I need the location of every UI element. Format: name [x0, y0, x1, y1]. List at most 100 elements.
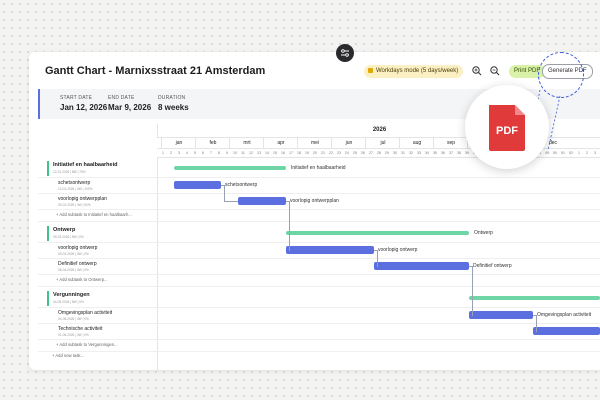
start-date-value: Jan 12, 2026: [60, 103, 108, 112]
zoom-out-button[interactable]: [488, 64, 502, 78]
phase-name: Initiatief en haalbaarheid: [53, 162, 118, 168]
task-meta: 12-01-2026 | 4W | 100%: [58, 187, 93, 191]
week-tick: 2: [170, 151, 172, 155]
task-name: schetsontwerp: [58, 180, 91, 186]
week-tick: 3: [594, 151, 596, 155]
phase-color-marker: [47, 161, 49, 176]
week-tick: 3: [178, 151, 180, 155]
week-tick: 13: [257, 151, 261, 155]
task-bar[interactable]: [469, 311, 533, 319]
week-tick: 4: [186, 151, 188, 155]
week-tick: 9: [226, 151, 228, 155]
week-tick: 38: [457, 151, 461, 155]
task-bar[interactable]: [286, 246, 374, 254]
task-bar-label: voorlopig ontwerp: [378, 247, 418, 253]
week-tick: 31: [401, 151, 405, 155]
month-mei: mei: [297, 138, 332, 148]
week-tick: 51: [561, 151, 565, 155]
task-bar-label: Definitief ontwerp: [473, 263, 512, 269]
task-bar[interactable]: [238, 197, 286, 205]
task-bar-label: Omgevingsplan activiteit: [537, 312, 592, 318]
week-tick: 18: [297, 151, 301, 155]
phase-bar[interactable]: [174, 166, 286, 170]
week-tick: 26: [361, 151, 365, 155]
phase-meta: 04-05-2026 | 8W | 0%: [53, 300, 84, 304]
week-tick: 21: [321, 151, 325, 155]
week-tick: 2: [586, 151, 588, 155]
week-tick: 29: [385, 151, 389, 155]
week-tick: 14: [265, 151, 269, 155]
add-subtask-row[interactable]: + Add subtask to Initiatief en haalbaarh…: [38, 209, 600, 222]
week-tick: 1: [162, 151, 164, 155]
task-name: Definitief ontwerp: [58, 261, 97, 267]
week-tick: 39: [465, 151, 469, 155]
task-meta: 01-06-2026 | 4W | 0%: [58, 333, 89, 337]
add-subtask-link[interactable]: + Add subtask to Vergunningen...: [56, 342, 118, 347]
week-tick: 23: [337, 151, 341, 155]
week-tick: 5: [194, 151, 196, 155]
week-tick: 52: [569, 151, 573, 155]
task-bar[interactable]: [374, 262, 469, 270]
week-tick: 20: [313, 151, 317, 155]
workdays-mode-toggle[interactable]: Workdays mode (5 days/week): [364, 65, 464, 78]
week-tick: 33: [417, 151, 421, 155]
week-tick: 16: [281, 151, 285, 155]
workdays-label: Workdays mode (5 days/week): [376, 68, 459, 74]
week-tick: 35: [433, 151, 437, 155]
phase-name: Vergunningen: [53, 292, 90, 298]
week-tick: 25: [353, 151, 357, 155]
page-title: Gantt Chart - Marnixsstraat 21 Amsterdam: [45, 65, 266, 77]
dependency-line: [536, 331, 537, 332]
month-aug: aug: [399, 138, 434, 148]
dependency-line: [533, 315, 537, 332]
dependency-line: [286, 201, 290, 251]
add-subtask-row[interactable]: + Add subtask to Vergunningen...: [38, 339, 600, 352]
zoom-in-button[interactable]: [470, 64, 484, 78]
task-name: voorlopig ontwerp: [58, 245, 98, 251]
week-tick: 30: [393, 151, 397, 155]
task-bar-label: voorlopig ontwerpplan: [290, 198, 339, 204]
pdf-label: PDF: [496, 125, 518, 137]
month-jan: jan: [161, 138, 196, 148]
task-row[interactable]: Definitief ontwerp 06-04-2026 | 4W | 0%: [38, 258, 600, 275]
week-tick: 22: [329, 151, 333, 155]
week-tick: 15: [273, 151, 277, 155]
add-subtask-link[interactable]: + Add subtask to Ontwerp...: [56, 277, 108, 282]
week-tick: 36: [441, 151, 445, 155]
duration-label: DURATION: [158, 95, 186, 101]
week-tick: 10: [233, 151, 237, 155]
task-bar-label: schetsontwerp: [225, 182, 258, 188]
week-tick: 27: [369, 151, 373, 155]
add-subtask-link[interactable]: + Add subtask to Initiatief en haalbaarh…: [56, 212, 132, 217]
task-row[interactable]: Technische activiteit 01-06-2026 | 4W | 0…: [38, 323, 600, 340]
task-meta: 06-04-2026 | 4W | 0%: [58, 268, 89, 272]
view-options-button[interactable]: [336, 44, 354, 62]
task-bar[interactable]: [533, 327, 600, 335]
month-jul: jul: [365, 138, 400, 148]
task-meta: 09-03-2026 | 4W | 0%: [58, 252, 89, 256]
week-tick: 24: [345, 151, 349, 155]
task-name: voorlopig ontwerpplan: [58, 196, 107, 202]
zoom-in-icon: [472, 66, 482, 76]
dependency-line: [289, 250, 290, 251]
week-tick: 32: [409, 151, 413, 155]
dependency-line: [224, 201, 238, 202]
task-name: Omgevingsplan activiteit: [58, 310, 113, 316]
phase-bar[interactable]: [469, 296, 600, 300]
dependency-line: [469, 266, 473, 316]
month-apr: apr: [263, 138, 298, 148]
add-subtask-row[interactable]: + Add subtask to Ontwerp...: [38, 274, 600, 287]
sliders-icon: [341, 49, 349, 57]
month-mrt: mrt: [229, 138, 264, 148]
phase-bar-label: Ontwerp: [474, 230, 493, 236]
task-row[interactable]: schetsontwerp 12-01-2026 | 4W | 100%: [38, 177, 600, 194]
week-tick: 28: [377, 151, 381, 155]
phase-meta: 12-01-2026 | 8W | 75%: [53, 170, 86, 174]
task-bar[interactable]: [174, 181, 221, 189]
week-tick: 11: [241, 151, 245, 155]
add-new-task-link[interactable]: + Add new task...: [52, 353, 84, 358]
pdf-callout: PDF: [465, 85, 549, 169]
zoom-out-icon: [490, 66, 500, 76]
phase-bar[interactable]: [286, 231, 469, 235]
week-tick: 12: [249, 151, 253, 155]
